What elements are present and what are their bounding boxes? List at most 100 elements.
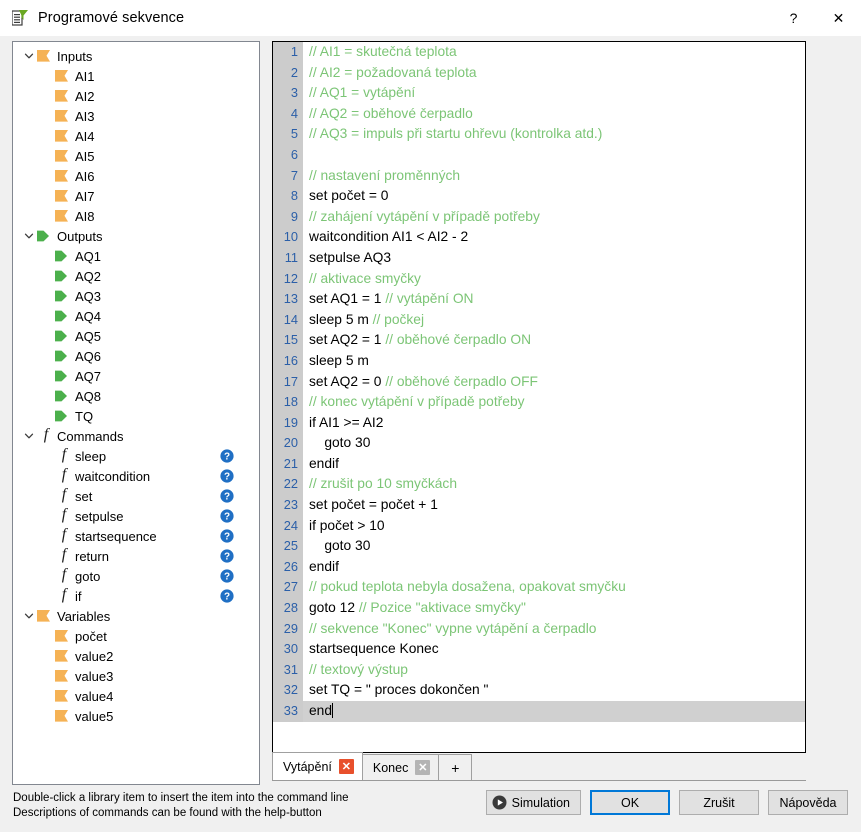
tree-item-value3[interactable]: value3 <box>13 666 259 686</box>
code-line[interactable]: 15set AQ2 = 1 // oběhové čerpadlo ON <box>273 330 805 351</box>
code-line-text[interactable]: if počet > 10 <box>303 516 805 537</box>
code-line[interactable]: 2// AI2 = požadovaná teplota <box>273 63 805 84</box>
code-line[interactable]: 24if počet > 10 <box>273 516 805 537</box>
code-line-text[interactable]: goto 30 <box>303 536 805 557</box>
code-line[interactable]: 18// konec vytápění v případě potřeby <box>273 392 805 413</box>
code-line-text[interactable]: set počet = počet + 1 <box>303 495 805 516</box>
library-tree-panel[interactable]: InputsAI1AI2AI3AI4AI5AI6AI7AI8OutputsAQ1… <box>12 41 260 785</box>
help-circle-icon[interactable]: ? <box>220 469 234 483</box>
chevron-down-icon[interactable] <box>21 228 37 244</box>
add-sequence-tab-button[interactable]: + <box>438 754 472 780</box>
code-line-text[interactable]: end <box>303 701 805 722</box>
tree-item-setpulse[interactable]: fsetpulse? <box>13 506 259 526</box>
tree-item-počet[interactable]: počet <box>13 626 259 646</box>
tree-item-ai3[interactable]: AI3 <box>13 106 259 126</box>
code-line-text[interactable]: // AI2 = požadovaná teplota <box>303 63 805 84</box>
help-circle-icon[interactable]: ? <box>220 489 234 503</box>
code-line-text[interactable]: goto 30 <box>303 433 805 454</box>
code-line[interactable]: 29// sekvence "Konec" vypne vytápění a č… <box>273 619 805 640</box>
code-line-text[interactable]: endif <box>303 557 805 578</box>
tab-close-icon[interactable]: ✕ <box>339 759 354 774</box>
tree-group-outputs[interactable]: Outputs <box>13 226 259 246</box>
code-line[interactable]: 26endif <box>273 557 805 578</box>
tree-item-if[interactable]: fif? <box>13 586 259 606</box>
tree-item-aq2[interactable]: AQ2 <box>13 266 259 286</box>
code-line[interactable]: 25 goto 30 <box>273 536 805 557</box>
code-line[interactable]: 7// nastavení proměnných <box>273 166 805 187</box>
chevron-down-icon[interactable] <box>21 48 37 64</box>
code-line[interactable]: 19if AI1 >= AI2 <box>273 413 805 434</box>
code-line-text[interactable]: // pokud teplota nebyla dosažena, opakov… <box>303 577 805 598</box>
code-line-text[interactable]: sleep 5 m <box>303 351 805 372</box>
code-line-text[interactable]: set AQ1 = 1 // vytápění ON <box>303 289 805 310</box>
code-line[interactable]: 31// textový výstup <box>273 660 805 681</box>
help-circle-icon[interactable]: ? <box>220 589 234 603</box>
code-line[interactable]: 30startsequence Konec <box>273 639 805 660</box>
tree-item-aq8[interactable]: AQ8 <box>13 386 259 406</box>
code-line[interactable]: 20 goto 30 <box>273 433 805 454</box>
code-line[interactable]: 8set počet = 0 <box>273 186 805 207</box>
code-line-text[interactable]: // aktivace smyčky <box>303 269 805 290</box>
tree-group-inputs[interactable]: Inputs <box>13 46 259 66</box>
code-line-text[interactable]: // zahájení vytápění v případě potřeby <box>303 207 805 228</box>
help-circle-icon[interactable]: ? <box>220 449 234 463</box>
tree-item-aq7[interactable]: AQ7 <box>13 366 259 386</box>
code-line-text[interactable]: // konec vytápění v případě potřeby <box>303 392 805 413</box>
ok-button[interactable]: OK <box>590 790 670 815</box>
code-line[interactable]: 32set TQ = " proces dokončen " <box>273 680 805 701</box>
cancel-button[interactable]: Zrušit <box>679 790 759 815</box>
tree-group-commands[interactable]: fCommands <box>13 426 259 446</box>
code-line-text[interactable]: set AQ2 = 0 // oběhové čerpadlo OFF <box>303 372 805 393</box>
code-line-text[interactable]: // sekvence "Konec" vypne vytápění a čer… <box>303 619 805 640</box>
code-line-text[interactable]: set AQ2 = 1 // oběhové čerpadlo ON <box>303 330 805 351</box>
code-line-text[interactable]: // zrušit po 10 smyčkách <box>303 474 805 495</box>
code-line-text[interactable]: // AI1 = skutečná teplota <box>303 42 805 63</box>
code-line[interactable]: 12// aktivace smyčky <box>273 269 805 290</box>
chevron-down-icon[interactable] <box>21 608 37 624</box>
code-line-text[interactable]: waitcondition AI1 < AI2 - 2 <box>303 227 805 248</box>
tree-item-ai2[interactable]: AI2 <box>13 86 259 106</box>
code-line[interactable]: 23set počet = počet + 1 <box>273 495 805 516</box>
code-line-text[interactable]: // textový výstup <box>303 660 805 681</box>
tree-item-aq5[interactable]: AQ5 <box>13 326 259 346</box>
tree-item-ai6[interactable]: AI6 <box>13 166 259 186</box>
help-dialog-button[interactable]: Nápověda <box>768 790 848 815</box>
code-editor[interactable]: 1// AI1 = skutečná teplota2// AI2 = poža… <box>272 41 806 753</box>
tree-item-startsequence[interactable]: fstartsequence? <box>13 526 259 546</box>
code-line-text[interactable]: // nastavení proměnných <box>303 166 805 187</box>
code-line[interactable]: 11setpulse AQ3 <box>273 248 805 269</box>
tree-item-set[interactable]: fset? <box>13 486 259 506</box>
tree-item-aq6[interactable]: AQ6 <box>13 346 259 366</box>
help-button[interactable]: ? <box>771 0 816 36</box>
sequence-tab-konec[interactable]: Konec✕ <box>362 754 439 780</box>
tree-item-value4[interactable]: value4 <box>13 686 259 706</box>
tree-item-value5[interactable]: value5 <box>13 706 259 726</box>
code-line[interactable]: 10waitcondition AI1 < AI2 - 2 <box>273 227 805 248</box>
code-line[interactable]: 14sleep 5 m // počkej <box>273 310 805 331</box>
code-line-text[interactable]: endif <box>303 454 805 475</box>
tree-item-return[interactable]: freturn? <box>13 546 259 566</box>
tree-item-ai4[interactable]: AI4 <box>13 126 259 146</box>
code-line-text[interactable] <box>303 145 805 166</box>
code-line-text[interactable]: set počet = 0 <box>303 186 805 207</box>
code-line[interactable]: 27// pokud teplota nebyla dosažena, opak… <box>273 577 805 598</box>
tree-item-value2[interactable]: value2 <box>13 646 259 666</box>
code-line[interactable]: 3// AQ1 = vytápění <box>273 83 805 104</box>
code-line[interactable]: 4// AQ2 = oběhové čerpadlo <box>273 104 805 125</box>
code-line-text[interactable]: if AI1 >= AI2 <box>303 413 805 434</box>
code-line-text[interactable]: // AQ2 = oběhové čerpadlo <box>303 104 805 125</box>
tree-item-ai5[interactable]: AI5 <box>13 146 259 166</box>
code-line-text[interactable]: set TQ = " proces dokončen " <box>303 680 805 701</box>
code-line[interactable]: 6 <box>273 145 805 166</box>
tree-group-variables[interactable]: Variables <box>13 606 259 626</box>
tree-item-ai1[interactable]: AI1 <box>13 66 259 86</box>
code-line[interactable]: 9// zahájení vytápění v případě potřeby <box>273 207 805 228</box>
tree-item-ai7[interactable]: AI7 <box>13 186 259 206</box>
code-line[interactable]: 16sleep 5 m <box>273 351 805 372</box>
help-circle-icon[interactable]: ? <box>220 509 234 523</box>
code-line-text[interactable]: startsequence Konec <box>303 639 805 660</box>
tree-item-tq[interactable]: TQ <box>13 406 259 426</box>
tree-item-ai8[interactable]: AI8 <box>13 206 259 226</box>
code-line[interactable]: 28goto 12 // Pozice "aktivace smyčky" <box>273 598 805 619</box>
tree-item-waitcondition[interactable]: fwaitcondition? <box>13 466 259 486</box>
